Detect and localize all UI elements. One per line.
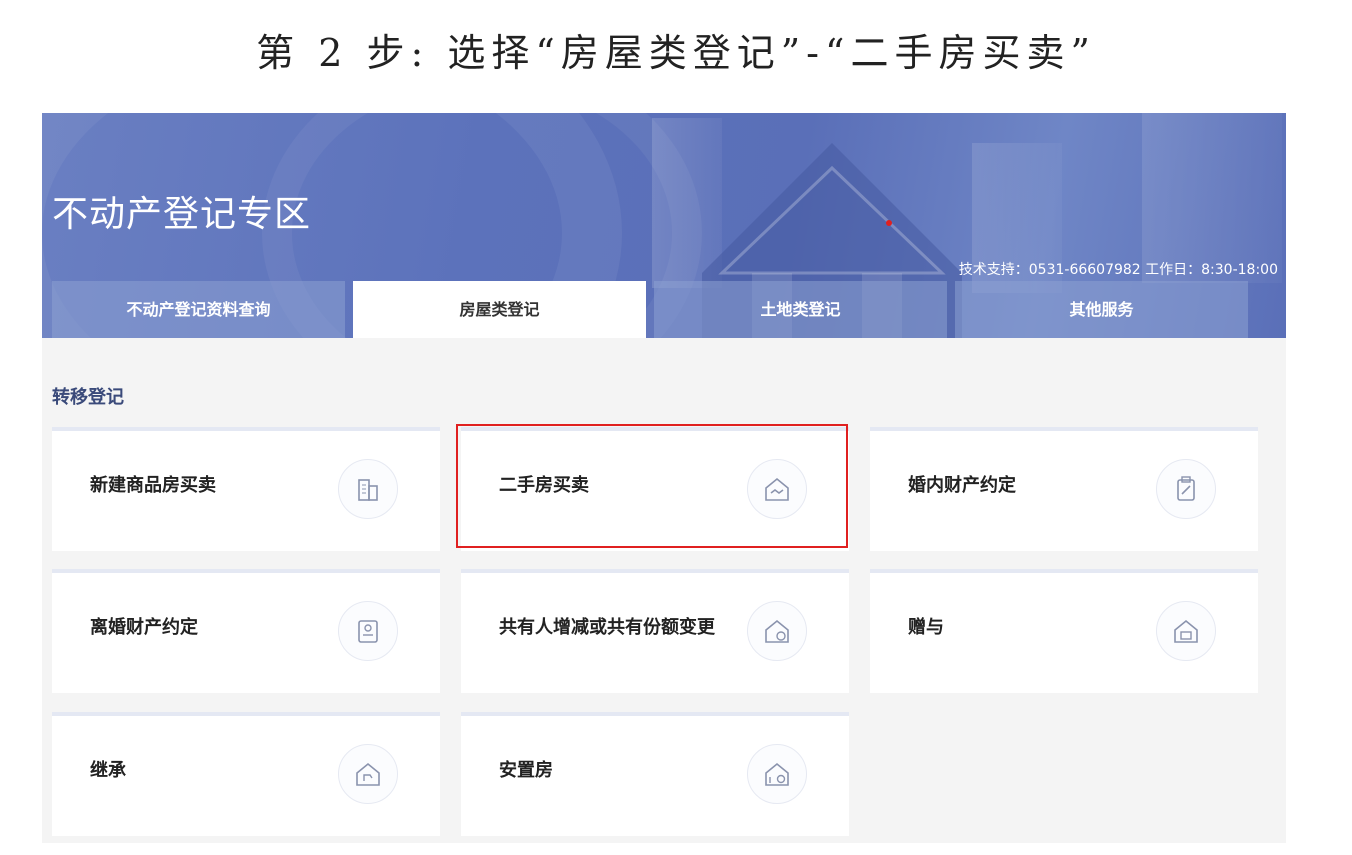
building-icon — [338, 459, 398, 519]
card-gift[interactable]: 赠与 — [870, 569, 1258, 693]
card-label: 共有人增减或共有份额变更 — [499, 617, 715, 638]
real-estate-panel: 不动产登记专区 技术支持：0531-66607982 工作日：8:30-18:0… — [42, 113, 1286, 843]
card-label: 二手房买卖 — [499, 475, 589, 496]
banner: 不动产登记专区 技术支持：0531-66607982 工作日：8:30-18:0… — [42, 113, 1286, 338]
banner-building-decoration — [1142, 113, 1282, 283]
card-second-hand-sale[interactable]: 二手房买卖 — [461, 427, 849, 551]
card-label: 新建商品房买卖 — [90, 475, 216, 496]
card-inheritance[interactable]: 继承 — [52, 712, 440, 836]
house-gift-icon — [1156, 601, 1216, 661]
tab-land-registration[interactable]: 土地类登记 — [654, 281, 947, 338]
clipboard-edit-icon — [1156, 459, 1216, 519]
tab-other-services[interactable]: 其他服务 — [955, 281, 1248, 338]
zone-title: 不动产登记专区 — [52, 194, 312, 235]
card-label: 离婚财产约定 — [90, 617, 198, 638]
section-title: 转移登记 — [52, 387, 124, 408]
card-label: 婚内财产约定 — [908, 475, 1016, 496]
card-resettlement-house[interactable]: 安置房 — [461, 712, 849, 836]
card-co-owner-change[interactable]: 共有人增减或共有份额变更 — [461, 569, 849, 693]
tab-housing-registration[interactable]: 房屋类登记 — [353, 281, 646, 338]
red-dot-marker — [886, 220, 892, 226]
tab-data-query[interactable]: 不动产登记资料查询 — [52, 281, 345, 338]
house-handshake-icon — [747, 459, 807, 519]
house-settle-icon — [747, 744, 807, 804]
house-share-icon — [747, 601, 807, 661]
card-marital-property[interactable]: 婚内财产约定 — [870, 427, 1258, 551]
house-inherit-icon — [338, 744, 398, 804]
document-edit-icon — [338, 601, 398, 661]
category-tabs: 不动产登记资料查询 房屋类登记 土地类登记 其他服务 — [52, 281, 1248, 338]
card-label: 安置房 — [499, 760, 553, 781]
card-divorce-property[interactable]: 离婚财产约定 — [52, 569, 440, 693]
support-info: 技术支持：0531-66607982 工作日：8:30-18:00 — [958, 262, 1278, 278]
card-new-house-sale[interactable]: 新建商品房买卖 — [52, 427, 440, 551]
card-label: 继承 — [90, 760, 126, 781]
card-label: 赠与 — [908, 617, 944, 638]
instruction-heading: 第 2 步: 选择“房屋类登记”-“二手房买卖” — [256, 31, 1096, 75]
